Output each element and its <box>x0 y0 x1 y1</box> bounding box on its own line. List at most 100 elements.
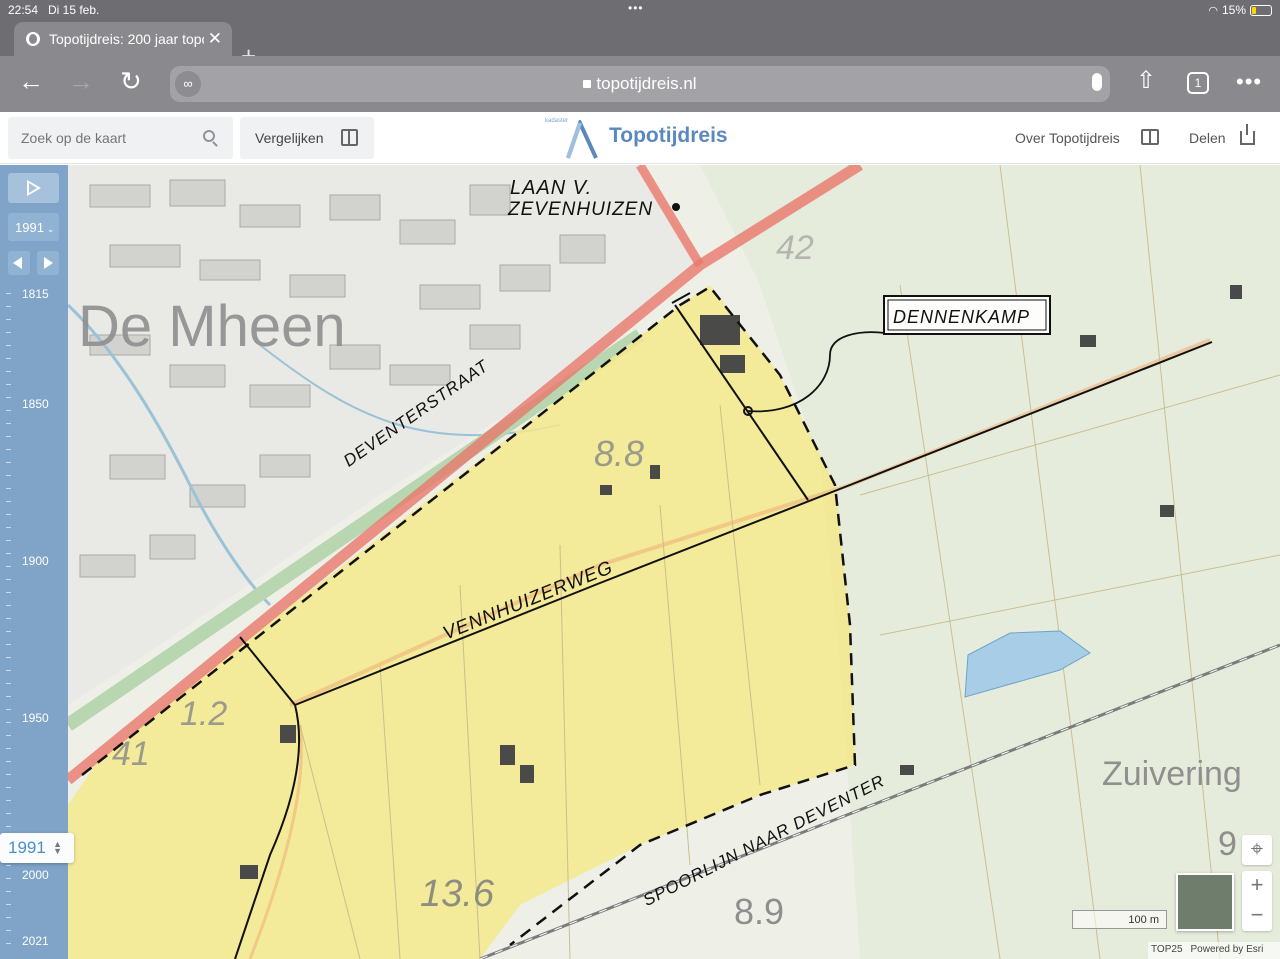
timeline-tick <box>6 904 11 905</box>
timeline-tick <box>6 332 11 333</box>
chevron-down-icon: ⌄ <box>46 224 55 234</box>
more-options-icon[interactable]: ••• <box>1236 71 1262 93</box>
timeline-tick <box>6 592 11 593</box>
timeline-tick <box>6 865 11 866</box>
timeline-tick <box>6 449 11 450</box>
timeline-tick <box>6 436 11 437</box>
book-icon[interactable] <box>1141 129 1159 145</box>
timeline-tick <box>6 306 11 307</box>
close-tab-icon[interactable]: ✕ <box>208 29 222 49</box>
previous-year-button[interactable] <box>8 251 30 275</box>
timeline-tick <box>6 917 11 918</box>
compare-button[interactable]: Vergelijken <box>240 117 374 159</box>
search-icon[interactable] <box>203 130 215 142</box>
timeline-tick <box>6 566 11 567</box>
map-place-label: Zuivering <box>1102 755 1242 793</box>
share-link[interactable]: Delen <box>1189 130 1226 146</box>
wifi-icon: ◠ <box>1208 4 1218 17</box>
timeline-tick <box>6 423 11 424</box>
back-icon[interactable]: ← <box>18 68 44 94</box>
zoom-controls: + − <box>1242 871 1272 931</box>
tab-overview-button[interactable]: 1 <box>1187 72 1209 94</box>
timeline-tick <box>6 462 11 463</box>
timeline-tick <box>6 488 11 489</box>
map-attribution: TOP25 Powered by Esri <box>1148 942 1280 959</box>
timeline-tick <box>6 553 11 554</box>
zoom-out-button[interactable]: − <box>1242 901 1272 931</box>
timeline-label: 2000 <box>22 868 49 882</box>
attribution-powered: Powered by Esri <box>1190 944 1264 955</box>
timeline-tick <box>6 410 11 411</box>
brand-logo[interactable]: kadaster Topotijdreis <box>540 116 750 162</box>
timeline-tick <box>6 670 11 671</box>
address-bar[interactable]: ∞ topotijdreis.nl <box>170 66 1110 102</box>
timeline-tick <box>6 514 11 515</box>
timeline-tick <box>6 527 11 528</box>
scale-bar: 100 m <box>1072 910 1167 929</box>
timeline-tick <box>6 475 11 476</box>
about-link[interactable]: Over Topotijdreis <box>1015 130 1120 146</box>
timeline-tick <box>6 683 11 684</box>
kadaster-label: kadaster <box>545 118 569 124</box>
current-year-value: 1991 <box>8 838 46 857</box>
timeline-tick <box>6 813 11 814</box>
map-number-label: 13.6 <box>420 873 494 915</box>
split-view-icon <box>341 129 358 146</box>
map-number-label: 8.8 <box>594 433 645 474</box>
map-number-label: 42 <box>776 229 814 267</box>
timeline-tick <box>6 891 11 892</box>
url-text: topotijdreis.nl <box>596 74 697 93</box>
timeline-tick <box>6 579 11 580</box>
timeline-label: 1850 <box>22 397 49 411</box>
timeline-label: 2021 <box>22 934 49 948</box>
reload-icon[interactable]: ↻ <box>120 68 142 94</box>
timeline-tick <box>6 930 11 931</box>
status-bar: 22:54 Di 15 feb. ••• ◠ 15% <box>0 0 1280 20</box>
map-number-label: 1.2 <box>180 695 228 733</box>
basemap-toggle[interactable] <box>1176 873 1234 931</box>
timeline-tick <box>6 800 11 801</box>
share-icon[interactable]: ⇧ <box>1136 68 1156 94</box>
current-year-handle[interactable]: 1991 ▲ ▼ <box>0 833 74 863</box>
topotijdreis-logo-icon <box>566 120 598 159</box>
annotation-zevenhuizen: ZEVENHUIZEN <box>508 199 654 220</box>
brand-name: Topotijdreis <box>609 124 728 147</box>
next-year-button[interactable] <box>37 251 59 275</box>
play-button[interactable] <box>8 173 59 203</box>
globe-icon <box>26 32 40 46</box>
stepper-icon: ▲ ▼ <box>53 839 62 856</box>
compare-label: Vergelijken <box>255 130 324 146</box>
zoom-in-button[interactable]: + <box>1242 871 1272 901</box>
multitasking-dots-icon[interactable]: ••• <box>628 1 644 15</box>
tab-bar: Topotijdreis: 200 jaar topografische kaa… <box>0 20 1280 69</box>
map-number-label: 8.9 <box>734 891 785 932</box>
browser-tab[interactable]: Topotijdreis: 200 jaar topografische kaa… <box>14 22 232 56</box>
timeline-tick <box>6 358 11 359</box>
share-link-icon[interactable] <box>1240 124 1255 145</box>
timeline-tick <box>6 878 11 879</box>
timeline-sidebar: 1991 ⌄ 1815 1850 1900 1950 2000 2021 1991… <box>0 165 74 959</box>
battery-percent: 15% <box>1221 3 1246 17</box>
attribution-layer: TOP25 <box>1151 944 1183 955</box>
search-box[interactable] <box>8 117 233 159</box>
search-input[interactable] <box>8 117 198 159</box>
browser-toolbar: ← → ↻ ∞ topotijdreis.nl ⇧ 1 ••• <box>0 56 1280 112</box>
app-header: Vergelijken kadaster Topotijdreis Over T… <box>0 112 1280 164</box>
timeline-tick <box>6 696 11 697</box>
timeline-tick <box>6 618 11 619</box>
lock-icon <box>583 80 592 88</box>
timeline-tick <box>6 605 11 606</box>
locate-me-icon[interactable]: ⌖ <box>1242 835 1272 865</box>
forward-icon[interactable]: → <box>68 68 94 94</box>
microphone-icon[interactable] <box>1092 73 1102 91</box>
battery-icon <box>1250 4 1272 16</box>
status-time: 22:54 <box>8 3 39 17</box>
timeline-tick <box>6 787 11 788</box>
year-dropdown[interactable]: 1991 ⌄ <box>8 213 59 241</box>
map-view[interactable]: De Mheen Zuivering 8.8 1.2 41 13.6 8.9 4… <box>0 165 1280 959</box>
timeline-tick <box>6 397 11 398</box>
timeline-tick <box>6 371 11 372</box>
timeline-tick <box>6 501 11 502</box>
timeline-tick <box>6 293 11 294</box>
map-number-label: 9 <box>1218 825 1237 863</box>
